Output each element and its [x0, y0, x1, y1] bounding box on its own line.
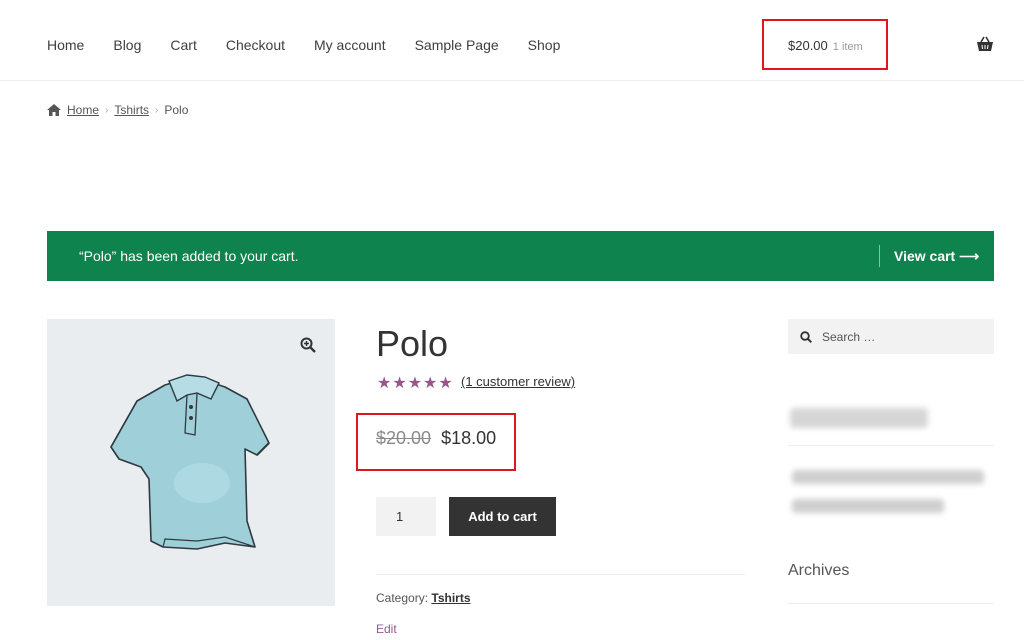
nav-shop[interactable]: Shop — [528, 37, 561, 53]
add-to-cart-button[interactable]: Add to cart — [449, 497, 556, 536]
category-link[interactable]: Tshirts — [431, 591, 470, 605]
cart-highlight-box — [762, 19, 888, 70]
nav-sample-page[interactable]: Sample Page — [415, 37, 499, 53]
widget-divider — [788, 445, 994, 446]
cart-added-notice: “Polo” has been added to your cart. View… — [47, 231, 994, 281]
polo-shirt-image — [110, 374, 270, 550]
search-icon — [800, 331, 812, 343]
price-highlight-box — [356, 413, 516, 471]
breadcrumb-current: Polo — [164, 103, 189, 117]
product-category: Category: Tshirts — [376, 591, 471, 605]
nav-checkout[interactable]: Checkout — [226, 37, 285, 53]
product-meta-divider — [376, 574, 745, 575]
customer-review-link[interactable]: (1 customer review) — [461, 374, 575, 389]
home-icon — [47, 104, 61, 116]
product-title: Polo — [376, 323, 449, 364]
rating-stars: ★★★★★ — [377, 375, 454, 392]
edit-product-link[interactable]: Edit — [376, 622, 397, 636]
blurred-widget-row — [792, 499, 944, 513]
blurred-widget-row — [792, 470, 984, 484]
breadcrumb-home[interactable]: Home — [67, 103, 99, 117]
nav-my-account[interactable]: My account — [314, 37, 386, 53]
zoom-icon[interactable] — [300, 337, 316, 353]
sidebar-search[interactable] — [788, 319, 994, 354]
archives-heading: Archives — [788, 562, 850, 579]
blurred-widget-title — [790, 408, 928, 428]
nav-cart[interactable]: Cart — [170, 37, 196, 53]
breadcrumb-separator: › — [105, 104, 109, 116]
breadcrumb: Home › Tshirts › Polo — [47, 103, 188, 117]
nav-home[interactable]: Home — [47, 37, 84, 53]
product-gallery[interactable] — [47, 319, 335, 606]
nav-blog[interactable]: Blog — [113, 37, 141, 53]
search-input[interactable] — [820, 329, 984, 345]
breadcrumb-category[interactable]: Tshirts — [114, 103, 149, 117]
notice-divider — [879, 245, 880, 267]
view-cart-button[interactable]: View cart ⟶ — [894, 248, 979, 265]
basket-icon[interactable] — [976, 36, 994, 52]
notice-message: “Polo” has been added to your cart. — [79, 248, 299, 264]
category-label: Category: — [376, 591, 429, 605]
breadcrumb-separator: › — [155, 104, 159, 116]
archives-divider — [788, 603, 994, 604]
primary-nav: Home Blog Cart Checkout My account Sampl… — [47, 37, 589, 53]
quantity-input[interactable] — [376, 497, 436, 536]
